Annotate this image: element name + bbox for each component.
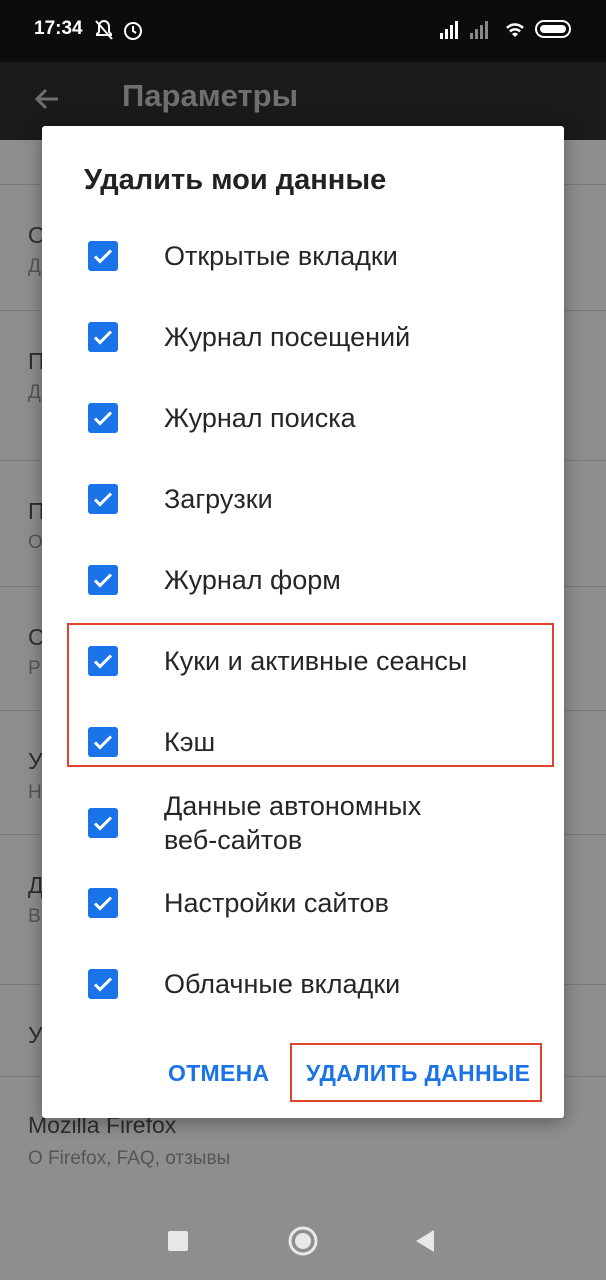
checkbox-checked-icon[interactable] xyxy=(88,808,118,838)
highlight-box-clear-button xyxy=(290,1043,542,1102)
battery-icon xyxy=(535,19,575,44)
page-title: Параметры xyxy=(122,78,299,113)
option-label-line2: веб-сайтов xyxy=(164,825,303,855)
settings-item-subtitle: О Firefox, FAQ, отзывы xyxy=(28,1148,231,1169)
option-label: Журнал посещений xyxy=(164,322,411,352)
signal-2-icon xyxy=(470,19,494,44)
checkbox-checked-icon[interactable] xyxy=(88,888,118,918)
option-label: Настройки сайтов xyxy=(164,888,389,918)
option-label: Загрузки xyxy=(164,484,273,514)
recents-icon[interactable] xyxy=(167,1230,189,1257)
checkbox-checked-icon[interactable] xyxy=(88,403,118,433)
checkbox-checked-icon[interactable] xyxy=(88,969,118,999)
signal-icon xyxy=(440,19,464,44)
wifi-icon xyxy=(503,19,527,44)
status-bar: 17:34 xyxy=(0,0,606,62)
checkbox-checked-icon[interactable] xyxy=(88,484,118,514)
option-browsing-history[interactable]: Журнал посещений xyxy=(42,303,564,373)
option-open-tabs[interactable]: Открытые вкладки xyxy=(42,222,564,292)
option-label: Облачные вкладки xyxy=(164,969,401,999)
settings-item-subtitle: В xyxy=(28,906,41,927)
settings-item-title: У xyxy=(28,1022,43,1048)
back-arrow-icon[interactable] xyxy=(30,82,64,121)
option-label: Данные автономных xyxy=(164,791,422,821)
settings-item-subtitle: Д xyxy=(28,256,41,277)
checkbox-checked-icon[interactable] xyxy=(88,241,118,271)
checkbox-checked-icon[interactable] xyxy=(88,565,118,595)
option-form-history[interactable]: Журнал форм xyxy=(42,546,564,616)
alarm-icon xyxy=(122,19,144,46)
settings-item-subtitle: Д xyxy=(28,382,41,403)
notifications-off-icon xyxy=(94,19,114,46)
settings-item-title: У xyxy=(28,748,43,774)
checkbox-checked-icon[interactable] xyxy=(88,322,118,352)
cancel-button[interactable]: ОТМЕНА xyxy=(168,1060,269,1087)
option-label: Открытые вкладки xyxy=(164,241,398,271)
option-offline-data[interactable]: Данные автономных веб-сайтов xyxy=(42,786,564,864)
settings-item-subtitle: О xyxy=(28,532,43,553)
settings-item-subtitle: Н xyxy=(28,782,42,803)
dialog-title: Удалить мои данные xyxy=(84,164,387,196)
option-label: Журнал поиска xyxy=(164,403,356,433)
status-time: 17:34 xyxy=(34,18,83,39)
option-synced-tabs[interactable]: Облачные вкладки xyxy=(42,950,564,1020)
option-search-history[interactable]: Журнал поиска xyxy=(42,384,564,454)
option-label: Журнал форм xyxy=(164,565,341,595)
nav-back-icon[interactable] xyxy=(414,1229,436,1258)
option-downloads[interactable]: Загрузки xyxy=(42,465,564,535)
clear-data-dialog: Удалить мои данные Открытые вкладки Журн… xyxy=(42,126,564,1118)
system-nav-bar xyxy=(0,1204,606,1280)
home-icon[interactable] xyxy=(287,1225,319,1262)
highlight-box-cookies-cache xyxy=(67,623,554,767)
settings-item-subtitle: Р xyxy=(28,658,41,679)
option-site-settings[interactable]: Настройки сайтов xyxy=(42,869,564,939)
